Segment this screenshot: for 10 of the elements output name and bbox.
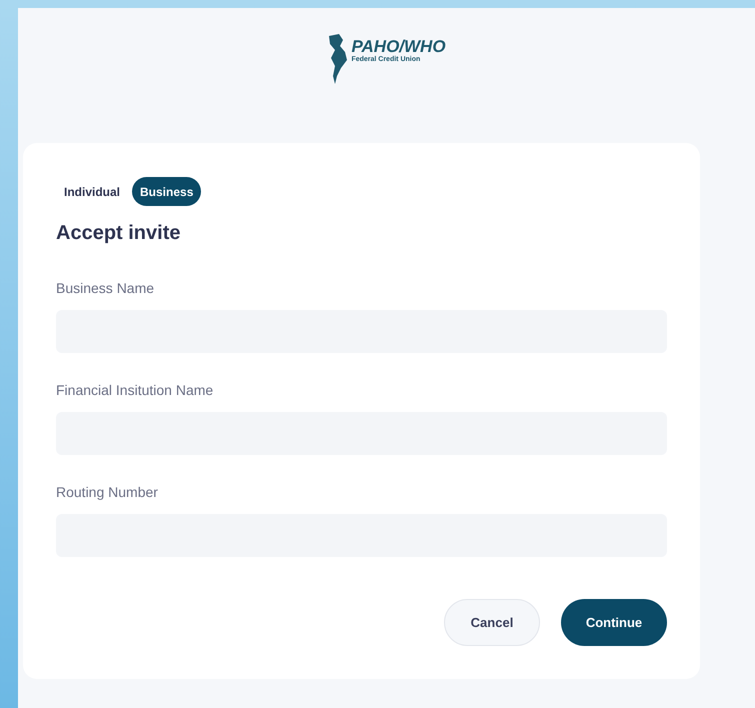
field-label: Business Name	[56, 279, 156, 298]
map-icon	[327, 32, 350, 86]
logo-name: PAHO/WHO	[351, 38, 446, 55]
form-title: Accept invite	[56, 221, 182, 246]
continue-button[interactable]: Continue	[561, 599, 667, 646]
tab[interactable]: Individual	[56, 177, 128, 206]
field-label: Routing Number	[56, 483, 159, 502]
field-label: Financial Insitution Name	[56, 381, 214, 400]
cancel-button[interactable]: Cancel	[444, 599, 540, 646]
tab[interactable]: Business	[132, 177, 202, 206]
